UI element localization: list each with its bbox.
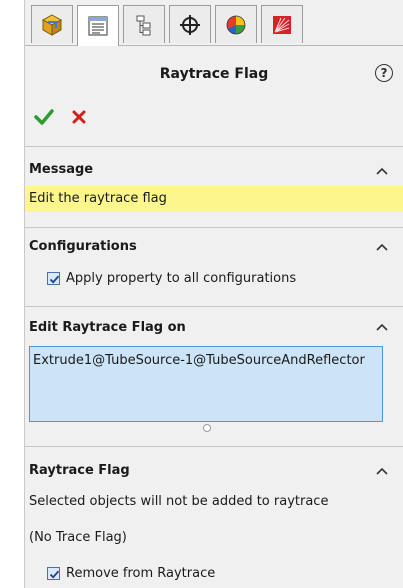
section-divider	[25, 446, 403, 447]
raytrace-flag-status: (No Trace Flag)	[29, 530, 127, 545]
section-divider	[25, 306, 403, 307]
tracepro-icon	[273, 15, 291, 34]
tab-display-manager[interactable]	[215, 5, 257, 43]
panel-title: Raytrace Flag	[159, 66, 269, 82]
message-text: Edit the raytrace flag	[29, 191, 167, 206]
chevron-up-icon[interactable]	[375, 322, 389, 332]
chevron-up-icon[interactable]	[375, 242, 389, 252]
tab-tracepro[interactable]	[261, 5, 303, 43]
tab-property-manager[interactable]	[77, 5, 119, 46]
checkbox-checked-icon	[47, 272, 60, 285]
left-edge	[0, 0, 25, 588]
configurations-section-title: Configurations	[29, 239, 137, 254]
raytrace-flag-description: Selected objects will not be added to ra…	[29, 494, 329, 509]
manager-tab-strip	[25, 0, 403, 46]
help-icon[interactable]: ?	[375, 64, 393, 82]
message-section-title: Message	[29, 162, 94, 177]
feature-manager-icon	[41, 13, 63, 36]
chevron-up-icon[interactable]	[375, 466, 389, 476]
chevron-up-icon[interactable]	[375, 166, 389, 176]
tab-feature-manager[interactable]	[31, 5, 73, 43]
property-manager-icon	[88, 16, 108, 36]
configuration-manager-icon	[136, 15, 151, 35]
raytrace-flag-section-title: Raytrace Flag	[29, 463, 130, 478]
tab-configuration-manager[interactable]	[123, 5, 165, 43]
section-divider	[25, 227, 403, 228]
apply-all-configurations-label: Apply property to all configurations	[66, 271, 297, 286]
edit-on-section-title: Edit Raytrace Flag on	[29, 320, 186, 335]
selection-list-item[interactable]: Extrude1@TubeSource-1@TubeSourceAndRefle…	[33, 353, 365, 368]
panel-header: Raytrace Flag ?	[25, 58, 403, 88]
property-manager-panel: Raytrace Flag ? Message Edit the raytrac…	[25, 0, 403, 588]
dimxpert-manager-icon	[180, 14, 200, 35]
remove-from-raytrace-checkbox[interactable]: Remove from Raytrace	[47, 566, 215, 581]
remove-from-raytrace-label: Remove from Raytrace	[66, 566, 216, 581]
selection-listbox[interactable]: Extrude1@TubeSource-1@TubeSourceAndRefle…	[29, 346, 383, 422]
cancel-button[interactable]	[69, 107, 89, 127]
ok-button[interactable]	[33, 107, 55, 127]
checkbox-checked-icon	[47, 567, 60, 580]
resize-grip-icon[interactable]	[203, 424, 211, 432]
tab-dimxpert-manager[interactable]	[169, 5, 211, 43]
display-manager-icon	[226, 15, 246, 34]
apply-all-configurations-checkbox[interactable]: Apply property to all configurations	[47, 271, 296, 286]
section-divider	[25, 146, 403, 147]
message-box: Edit the raytrace flag	[25, 186, 403, 212]
